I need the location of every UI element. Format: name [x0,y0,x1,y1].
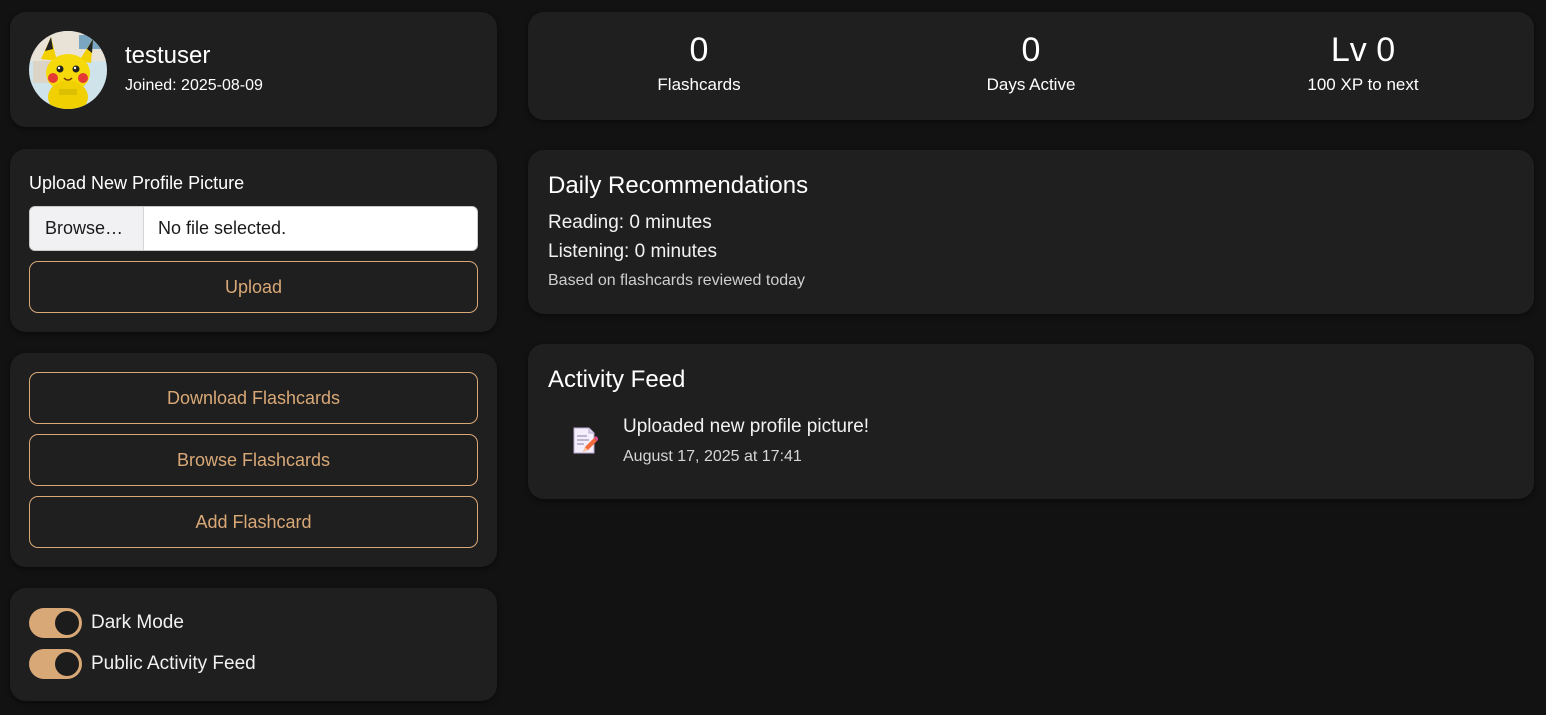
public-feed-setting: Public Activity Feed [29,649,256,679]
activity-item-time: August 17, 2025 at 17:41 [623,448,802,465]
file-input[interactable]: Browse… No file selected. [29,206,478,251]
memo-icon [572,426,599,456]
activity-feed-title: Activity Feed [548,366,686,393]
download-flashcards-button[interactable]: Download Flashcards [29,372,478,424]
stat-flashcards: 0 Flashcards [549,30,849,95]
browse-flashcards-button[interactable]: Browse Flashcards [29,434,478,486]
recommendations-note: Based on flashcards reviewed today [548,272,806,289]
stat-value: 0 [1021,31,1041,69]
daily-recommendations-card: Daily Recommendations Reading: 0 minutes… [528,150,1534,314]
upload-button[interactable]: Upload [29,261,478,313]
profile-card: testuser Joined: 2025-08-09 [10,12,497,127]
username: testuser [125,42,211,69]
browse-file-button[interactable]: Browse… [30,207,144,250]
upload-card: Upload New Profile Picture Browse… No fi… [10,149,497,332]
add-flashcard-button[interactable]: Add Flashcard [29,496,478,548]
stat-label: Flashcards [657,75,741,94]
toggle-knob [55,611,79,635]
recommendations-title: Daily Recommendations [548,172,809,199]
toggle-knob [55,652,79,676]
reading-recommendation: Reading: 0 minutes [548,212,712,233]
upload-title: Upload New Profile Picture [29,173,245,193]
activity-feed-card: Activity Feed Uploaded new profile pictu… [528,344,1534,499]
stats-card: 0 Flashcards 0 Days Active Lv 0 100 XP t… [528,12,1534,120]
stat-label: Days Active [986,75,1076,94]
stat-value: Lv 0 [1330,31,1396,69]
file-status-text: No file selected. [158,218,287,238]
stat-level: Lv 0 100 XP to next [1213,30,1513,95]
dark-mode-setting: Dark Mode [29,608,184,638]
dark-mode-toggle[interactable] [29,608,82,638]
stat-days-active: 0 Days Active [881,30,1181,95]
public-feed-toggle[interactable] [29,649,82,679]
listening-recommendation: Listening: 0 minutes [548,241,717,262]
avatar[interactable] [29,31,107,109]
activity-item-text: Uploaded new profile picture! [623,416,870,437]
stat-label: 100 XP to next [1307,75,1419,94]
dark-mode-label: Dark Mode [91,612,184,633]
settings-card: Dark Mode Public Activity Feed [10,588,497,701]
pikachu-avatar-image [29,31,107,109]
flashcard-actions-card: Download Flashcards Browse Flashcards Ad… [10,353,497,567]
public-feed-label: Public Activity Feed [91,653,256,674]
join-date: Joined: 2025-08-09 [125,77,263,94]
stat-value: 0 [689,31,709,69]
